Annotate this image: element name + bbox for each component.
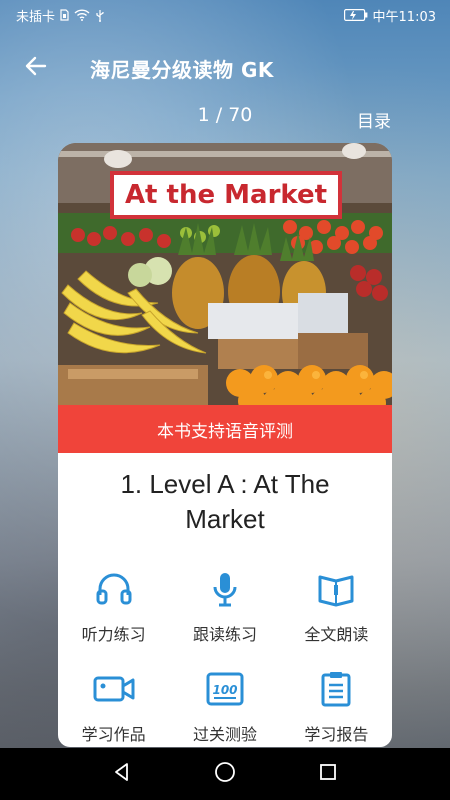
app-header: 海尼曼分级读物 GK (0, 40, 450, 96)
open-book-icon (314, 567, 358, 611)
carrier-text: 未插卡 (16, 9, 56, 25)
back-arrow-icon (24, 54, 48, 82)
action-label: 跟读练习 (192, 625, 257, 644)
nav-back-button[interactable] (102, 754, 142, 794)
book-title: 1. Level A : At The Market (120, 469, 330, 534)
read-along-practice-button[interactable]: 跟读练习 (169, 567, 280, 655)
action-grid: 听力练习 跟读练习 全文朗读 学习作品 100 过关测验 学习报告 (58, 567, 392, 747)
square-recents-icon (318, 762, 338, 786)
circle-home-icon (214, 761, 236, 787)
microphone-icon (203, 567, 247, 611)
action-label: 学习作品 (81, 725, 146, 744)
cover-title: At the Market (110, 171, 342, 219)
study-report-button[interactable]: 学习报告 (281, 667, 392, 747)
sim-missing-icon (60, 9, 69, 21)
level-test-button[interactable]: 100 过关测验 (169, 667, 280, 747)
video-camera-icon (92, 667, 136, 711)
study-works-button[interactable]: 学习作品 (58, 667, 169, 747)
listening-practice-button[interactable]: 听力练习 (58, 567, 169, 655)
book-cover-image: At the Market (58, 143, 392, 405)
battery-charging-icon (343, 9, 368, 21)
status-bar: 未插卡 中午11:03 (0, 0, 450, 30)
system-navigation-bar (0, 748, 450, 800)
back-button[interactable] (18, 50, 54, 86)
action-label: 听力练习 (81, 625, 146, 644)
wifi-icon (74, 9, 90, 21)
svg-text:100: 100 (212, 683, 237, 697)
status-right: 中午11:03 (343, 6, 436, 25)
book-card[interactable]: At the Market 本书支持语音评测 1. Level A : At T… (58, 143, 392, 747)
status-left: 未插卡 (16, 6, 105, 25)
headphones-icon (92, 567, 136, 611)
voice-evaluation-banner: 本书支持语音评测 (58, 405, 392, 453)
nav-home-button[interactable] (205, 754, 245, 794)
action-label: 过关测验 (192, 725, 257, 744)
page-title: 海尼曼分级读物 GK (90, 58, 274, 82)
table-of-contents-button[interactable]: 目录 (357, 107, 391, 132)
action-label: 学习报告 (304, 725, 369, 744)
triangle-back-icon (112, 762, 132, 786)
score-100-icon: 100 (203, 667, 247, 711)
nav-recents-button[interactable] (308, 754, 348, 794)
full-text-reading-button[interactable]: 全文朗读 (281, 567, 392, 655)
action-label: 全文朗读 (304, 625, 369, 644)
clipboard-report-icon (314, 667, 358, 711)
clock-text: 中午11:03 (372, 9, 436, 25)
usb-icon (95, 9, 105, 22)
